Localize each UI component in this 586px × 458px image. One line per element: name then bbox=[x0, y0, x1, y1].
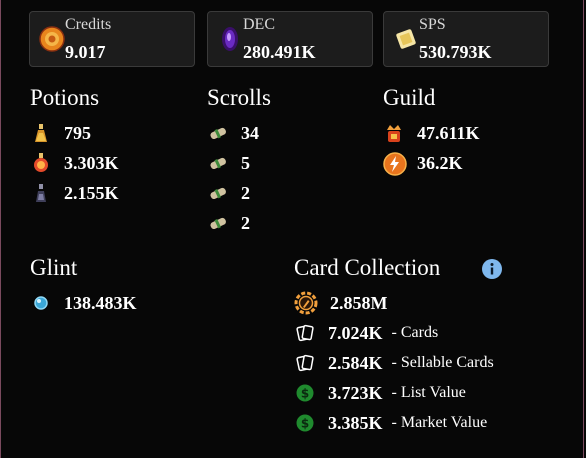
credits-coin-icon bbox=[38, 25, 66, 53]
collection-label: - Cards bbox=[391, 324, 439, 341]
glint-gem-icon bbox=[30, 292, 52, 314]
sps-value: 530.793K bbox=[419, 42, 492, 62]
guild-crown-icon bbox=[383, 122, 405, 144]
scroll-row: 5 bbox=[207, 150, 250, 176]
scroll-icon bbox=[207, 212, 229, 234]
scroll-value: 2 bbox=[241, 182, 250, 203]
dollar-icon: $ bbox=[294, 412, 316, 434]
scroll-value: 2 bbox=[241, 212, 250, 233]
collection-row-sellable: 2.584K - Sellable Cards bbox=[294, 350, 494, 376]
collection-row-list-value: $ 3.723K - List Value bbox=[294, 380, 466, 406]
card-collection-heading: Card Collection bbox=[294, 255, 441, 280]
svg-text:$: $ bbox=[301, 417, 309, 431]
cards-icon bbox=[294, 352, 316, 374]
scroll-icon bbox=[207, 152, 229, 174]
credits-card[interactable]: Credits 9.017 bbox=[29, 11, 195, 67]
guild-value: 47.611K bbox=[417, 122, 480, 143]
alchemy-potion-icon bbox=[30, 182, 52, 204]
potion-row-alchemy: 2.155K bbox=[30, 180, 119, 206]
sps-scroll-icon bbox=[392, 25, 420, 53]
potion-value: 795 bbox=[64, 122, 91, 143]
collection-label: - Sellable Cards bbox=[391, 354, 494, 371]
dollar-icon: $ bbox=[294, 382, 316, 404]
scroll-value: 5 bbox=[241, 152, 250, 173]
glint-row: 138.483K bbox=[30, 290, 137, 316]
cards-icon bbox=[294, 322, 316, 344]
credits-label: Credits bbox=[65, 16, 112, 33]
potion-row-gold: 795 bbox=[30, 120, 91, 146]
dec-orb-icon bbox=[216, 25, 244, 53]
scroll-icon bbox=[207, 182, 229, 204]
app-frame bbox=[0, 0, 584, 458]
collection-value: 3.385K bbox=[328, 412, 383, 433]
scroll-icon bbox=[207, 122, 229, 144]
collection-row-market-value: $ 3.385K - Market Value bbox=[294, 410, 487, 436]
dec-card[interactable]: DEC 280.491K bbox=[207, 11, 373, 67]
legendary-potion-icon bbox=[30, 152, 52, 174]
collection-label: - Market Value bbox=[391, 414, 488, 431]
guild-heading: Guild bbox=[383, 85, 436, 110]
collection-total-row: 2.858M bbox=[294, 290, 388, 316]
dec-label: DEC bbox=[243, 16, 275, 33]
gold-potion-icon bbox=[30, 122, 52, 144]
potions-heading: Potions bbox=[30, 85, 100, 110]
collection-value: 3.723K bbox=[328, 382, 383, 403]
scroll-row: 2 bbox=[207, 180, 250, 206]
collection-value: 7.024K bbox=[328, 322, 383, 343]
scrolls-heading: Scrolls bbox=[207, 85, 271, 110]
merit-bolt-icon bbox=[383, 152, 407, 176]
potion-row-legendary: 3.303K bbox=[30, 150, 119, 176]
guild-row-crowns: 47.611K bbox=[383, 120, 480, 146]
info-icon[interactable] bbox=[482, 259, 502, 279]
collection-value: 2.584K bbox=[328, 352, 383, 373]
scroll-row: 34 bbox=[207, 120, 259, 146]
guild-row-merits: 36.2K bbox=[383, 150, 463, 176]
glint-heading: Glint bbox=[30, 255, 78, 280]
dec-value: 280.491K bbox=[243, 42, 316, 62]
collection-gear-icon bbox=[294, 291, 318, 315]
sps-card[interactable]: SPS 530.793K bbox=[383, 11, 549, 67]
scroll-value: 34 bbox=[241, 122, 259, 143]
scroll-row: 2 bbox=[207, 210, 250, 236]
guild-value: 36.2K bbox=[417, 152, 463, 173]
potion-value: 3.303K bbox=[64, 152, 119, 173]
collection-label: - List Value bbox=[391, 384, 466, 401]
potion-value: 2.155K bbox=[64, 182, 119, 203]
sps-label: SPS bbox=[419, 16, 446, 33]
svg-text:$: $ bbox=[301, 387, 309, 401]
credits-value: 9.017 bbox=[65, 42, 106, 62]
glint-value: 138.483K bbox=[64, 292, 137, 313]
collection-row-cards: 7.024K - Cards bbox=[294, 320, 438, 346]
collection-total-value: 2.858M bbox=[330, 292, 388, 313]
